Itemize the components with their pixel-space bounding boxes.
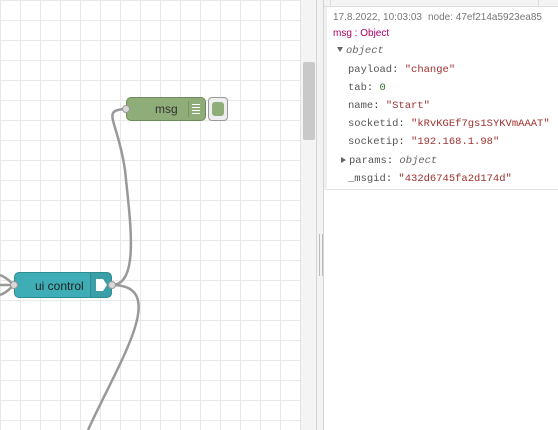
tree-root-label: object <box>346 45 384 57</box>
prop-value: "Start" <box>385 100 430 112</box>
debug-sidebar: 17.8.2022, 10:03:03 node: 47ef214a5923ea8… <box>324 0 558 430</box>
ui-node-label: ui control <box>35 279 84 293</box>
tree-row-tab: tab: 0 <box>348 82 386 94</box>
tree-row-socketip: socketip: "192.168.1.98" <box>348 136 500 148</box>
debug-message-meta: 17.8.2022, 10:03:03 node: 47ef214a5923ea8… <box>333 12 548 23</box>
flow-workspace[interactable]: msg ui control <box>0 0 300 430</box>
tree-row-msgid: _msgid: "432d6745fa2d174d" <box>348 173 512 185</box>
prop-key: _msgid <box>348 173 386 185</box>
msg-debug-node[interactable]: msg <box>122 97 206 121</box>
ui-node-output-port[interactable] <box>108 281 116 289</box>
toolbar-segment <box>324 0 331 6</box>
debug-node-info[interactable]: node: 47ef214a5923ea85 <box>428 12 542 23</box>
tree-row-params[interactable]: params: object <box>341 155 437 167</box>
sidebar-splitter[interactable] <box>316 0 324 430</box>
caret-down-icon[interactable] <box>337 47 343 52</box>
prop-value: "432d6745fa2d174d" <box>398 173 512 185</box>
toggle-indicator <box>212 102 224 116</box>
tree-root-row[interactable]: object <box>337 45 384 57</box>
debug-toggle-button[interactable] <box>208 97 228 121</box>
scrollbar-thumb[interactable] <box>303 62 315 140</box>
tree-row-payload: payload: "change" <box>348 64 456 76</box>
splitter-grip-icon[interactable] <box>319 234 323 276</box>
sidebar-toolbar <box>324 0 558 7</box>
workspace-scrollbar[interactable] <box>300 0 317 430</box>
prop-key: name <box>348 100 374 112</box>
debug-message[interactable]: 17.8.2022, 10:03:03 node: 47ef214a5923ea8… <box>324 7 558 190</box>
toolbar-segment <box>520 0 539 6</box>
prop-value: "kRvKGEf7gs1SYKVmAAAT" <box>411 118 550 130</box>
prop-key: payload <box>348 64 393 76</box>
prop-value: "change" <box>404 64 456 76</box>
wire-ui-out-down[interactable] <box>86 283 140 430</box>
ui-node-input-port[interactable] <box>10 281 18 289</box>
caret-right-icon[interactable] <box>341 157 346 163</box>
prop-value: object <box>399 155 438 167</box>
debug-timestamp: 17.8.2022, 10:03:03 <box>333 12 422 23</box>
msg-node-label: msg <box>155 102 178 116</box>
wire-ui-to-msg[interactable] <box>111 107 133 287</box>
prop-key: params <box>349 155 387 167</box>
prop-key: socketip <box>348 136 399 148</box>
debug-msg-type: msg : Object <box>333 28 390 39</box>
list-icon <box>188 101 201 117</box>
ui-control-node[interactable]: ui control <box>10 272 116 298</box>
tree-row-socketid: socketid: "kRvKGEf7gs1SYKVmAAAT" <box>348 118 550 130</box>
prop-value: "192.168.1.98" <box>411 136 500 148</box>
prop-value: 0 <box>379 82 386 94</box>
tree-row-name: name: "Start" <box>348 100 430 112</box>
prop-key: socketid <box>348 118 399 130</box>
wires-layer <box>0 107 140 430</box>
msg-node-input-port[interactable] <box>122 105 130 113</box>
prop-key: tab <box>348 82 367 94</box>
